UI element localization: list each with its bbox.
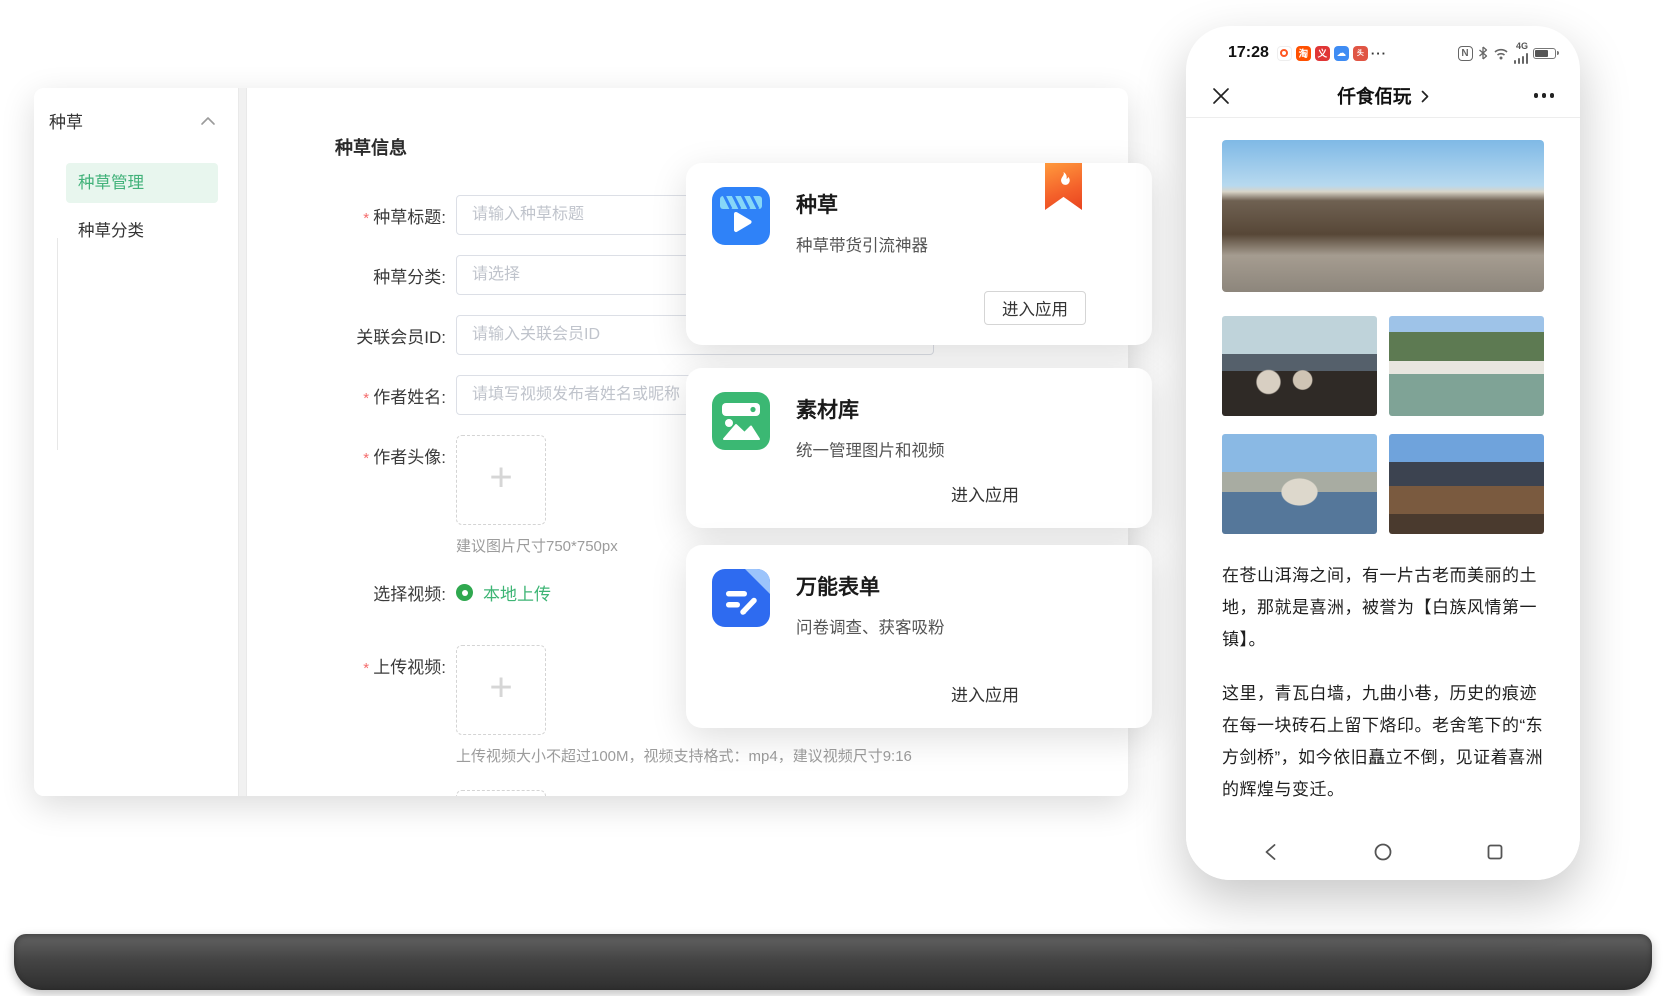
card-title: 万能表单 bbox=[796, 571, 1126, 601]
cloud-icon: ☁ bbox=[1334, 46, 1349, 61]
video-app-icon bbox=[712, 187, 770, 245]
app-card-seeding: 种草 种草带货引流神器 进入应用 bbox=[686, 163, 1152, 345]
enter-app-link[interactable]: 进入应用 bbox=[951, 481, 1019, 506]
article-paragraph-2: 这里，青瓦白墙，九曲小巷，历史的痕迹在每一块砖石上留下烙印。老舍笔下的“东方剑桥… bbox=[1222, 678, 1544, 806]
field-label-title: 种草标题: bbox=[247, 203, 456, 228]
nfc-icon: N bbox=[1458, 46, 1473, 61]
field-label-video-source: 选择视频: bbox=[247, 580, 456, 605]
weibo-icon bbox=[1277, 46, 1292, 61]
field-label-clipped bbox=[247, 790, 456, 796]
video-upload-box[interactable] bbox=[456, 645, 546, 735]
network-4g-label: 4G bbox=[1516, 42, 1528, 51]
signal-bars-icon bbox=[1514, 52, 1529, 64]
chevron-right-icon bbox=[1421, 90, 1429, 103]
article-paragraph-1: 在苍山洱海之间，有一片古老而美丽的土地，那就是喜洲，被誉为【白族风情第一镇】。 bbox=[1222, 560, 1544, 656]
field-label-category: 种草分类: bbox=[247, 263, 456, 288]
more-menu-icon[interactable] bbox=[1534, 93, 1555, 98]
field-label-member-id: 关联会员ID: bbox=[247, 323, 456, 348]
chevron-up-icon[interactable] bbox=[200, 116, 216, 126]
form-title: 种草信息 bbox=[335, 134, 407, 160]
article-photo-arch-bridge[interactable] bbox=[1222, 434, 1377, 534]
form-app-icon bbox=[712, 569, 770, 627]
app-card-material-library: 素材库 统一管理图片和视频 进入应用 bbox=[686, 368, 1152, 528]
mini-red-icon: 头 bbox=[1353, 46, 1368, 61]
radio-selected-icon bbox=[456, 584, 473, 601]
sidebar: 种草 种草管理 种草分类 bbox=[34, 88, 238, 796]
clipped-upload-box[interactable] bbox=[456, 790, 546, 796]
card-description: 种草带货引流神器 bbox=[796, 232, 1126, 256]
status-time: 17:28 bbox=[1228, 44, 1269, 62]
article-account-title[interactable]: 仟食佰玩 bbox=[1186, 83, 1580, 109]
battery-icon bbox=[1533, 48, 1556, 59]
article-photo-garden-pond[interactable] bbox=[1389, 316, 1544, 416]
avatar-size-hint: 建议图片尺寸750*750px bbox=[456, 535, 618, 556]
phone-nav-bar: 仟食佰玩 bbox=[1186, 74, 1580, 118]
bluetooth-icon bbox=[1478, 46, 1488, 60]
phone-status-bar: 17:28 淘 义 ☁ 头 ··· N 4G bbox=[1186, 40, 1580, 66]
field-label-author-name: 作者姓名: bbox=[247, 383, 456, 408]
close-icon[interactable] bbox=[1212, 87, 1230, 105]
enter-app-button[interactable]: 进入应用 bbox=[984, 291, 1086, 325]
card-description: 统一管理图片和视频 bbox=[796, 437, 1126, 461]
card-title: 素材库 bbox=[796, 394, 1126, 424]
phone-mockup: 17:28 淘 义 ☁ 头 ··· N 4G bbox=[1186, 26, 1580, 880]
card-description: 问卷调查、获客吸粉 bbox=[796, 614, 1126, 638]
android-nav-bar bbox=[1186, 824, 1580, 880]
sidebar-divider bbox=[238, 88, 247, 796]
red-app-icon: 义 bbox=[1315, 46, 1330, 61]
field-label-upload-video: 上传视频: bbox=[247, 645, 456, 678]
article-body: 在苍山洱海之间，有一片古老而美丽的土地，那就是喜洲，被誉为【白族风情第一镇】。 … bbox=[1186, 126, 1580, 824]
avatar-upload-box[interactable] bbox=[456, 435, 546, 525]
gallery-app-icon bbox=[712, 392, 770, 450]
home-icon[interactable] bbox=[1373, 842, 1393, 862]
article-photo-street-old-house[interactable] bbox=[1222, 140, 1544, 292]
sidebar-group-title: 种草 bbox=[49, 108, 83, 133]
sidebar-item-seeding-manage[interactable]: 种草管理 bbox=[66, 163, 218, 203]
video-size-hint: 上传视频大小不超过100M，视频支持格式：mp4，建议视频尺寸9:16 bbox=[456, 745, 912, 766]
article-photo-teacups-window[interactable] bbox=[1222, 316, 1377, 416]
status-ellipsis: ··· bbox=[1371, 46, 1387, 61]
wifi-icon bbox=[1493, 47, 1509, 60]
app-card-universal-form: 万能表单 问卷调查、获客吸粉 进入应用 bbox=[686, 545, 1152, 728]
recents-icon[interactable] bbox=[1485, 842, 1505, 862]
back-icon[interactable] bbox=[1261, 842, 1281, 862]
taobao-icon: 淘 bbox=[1296, 46, 1311, 61]
article-photo-temple-gate[interactable] bbox=[1389, 434, 1544, 534]
sidebar-guide-line bbox=[57, 238, 58, 450]
local-upload-radio[interactable]: 本地上传 bbox=[456, 580, 551, 605]
sidebar-item-seeding-category[interactable]: 种草分类 bbox=[66, 211, 218, 251]
field-label-author-avatar: 作者头像: bbox=[247, 435, 456, 468]
decorative-base-bar bbox=[14, 934, 1652, 990]
radio-label: 本地上传 bbox=[483, 580, 551, 605]
enter-app-link[interactable]: 进入应用 bbox=[951, 681, 1019, 706]
page-background: 种草 种草管理 种草分类 种草信息 种草标题: 种草分类: bbox=[0, 0, 1666, 996]
